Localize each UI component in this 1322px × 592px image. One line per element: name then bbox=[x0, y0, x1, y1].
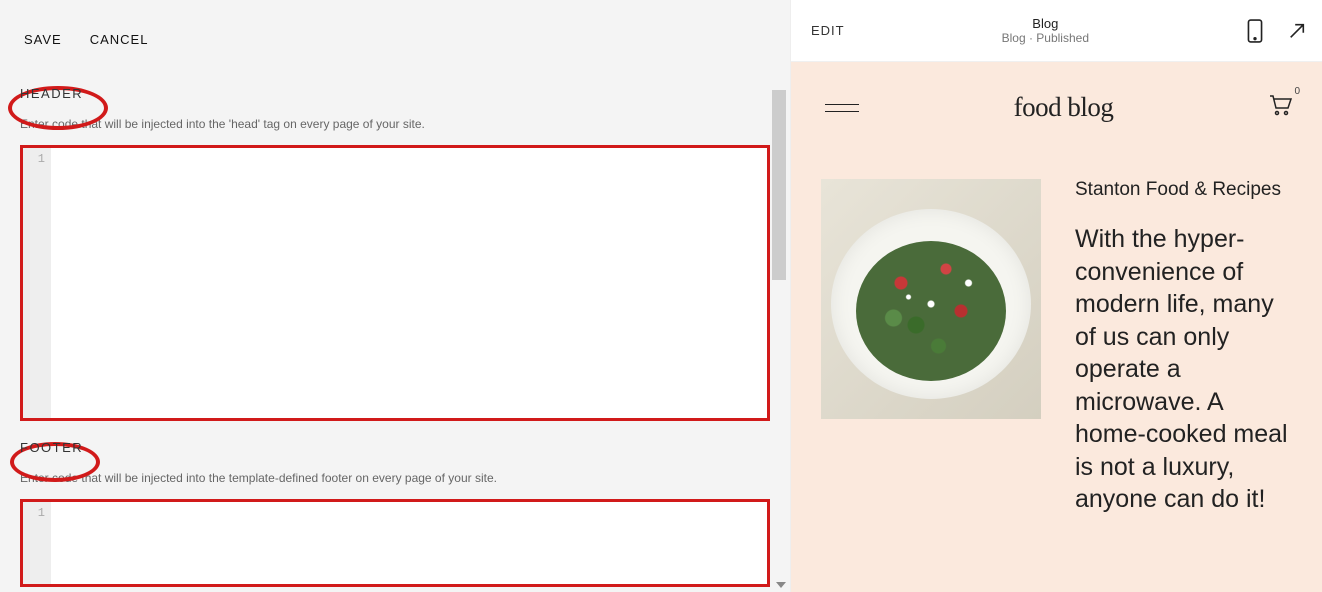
actions-bar: SAVE CANCEL bbox=[0, 0, 790, 67]
footer-code-editor[interactable]: 1 bbox=[20, 499, 770, 587]
preview-title-wrap: Blog Blog · Published bbox=[845, 16, 1246, 45]
header-section: HEADER Enter code that will be injected … bbox=[0, 85, 790, 421]
preview-page-subtitle: Blog · Published bbox=[845, 31, 1246, 45]
blog-content: Stanton Food & Recipes With the hyper-co… bbox=[791, 143, 1322, 516]
hamburger-menu-icon[interactable] bbox=[825, 98, 859, 118]
preview-body: food blog 0 Stanton Food & Recipes With … bbox=[791, 62, 1322, 592]
footer-section-label: FOOTER bbox=[20, 440, 83, 455]
header-code-input[interactable] bbox=[51, 148, 767, 418]
mobile-preview-icon[interactable] bbox=[1246, 19, 1264, 43]
post-category[interactable]: Stanton Food & Recipes bbox=[1075, 179, 1292, 201]
scrollbar-thumb[interactable] bbox=[772, 90, 786, 280]
settings-panel: SAVE CANCEL HEADER Enter code that will … bbox=[0, 0, 790, 592]
scroll-down-icon[interactable] bbox=[776, 582, 786, 588]
footer-code-input[interactable] bbox=[51, 502, 767, 584]
header-section-description: Enter code that will be injected into th… bbox=[20, 117, 770, 131]
preview-page-title: Blog bbox=[845, 16, 1246, 31]
site-title[interactable]: food blog bbox=[1014, 92, 1114, 123]
blog-header: food blog 0 bbox=[791, 88, 1322, 143]
save-button[interactable]: SAVE bbox=[24, 32, 62, 47]
preview-header: EDIT Blog Blog · Published bbox=[791, 0, 1322, 62]
preview-icons bbox=[1246, 19, 1306, 43]
open-external-icon[interactable] bbox=[1288, 19, 1306, 43]
post-image[interactable] bbox=[821, 179, 1041, 419]
cancel-button[interactable]: CANCEL bbox=[90, 32, 149, 47]
post-excerpt: With the hyper-convenience of modern lif… bbox=[1075, 223, 1292, 516]
footer-section-description: Enter code that will be injected into th… bbox=[20, 471, 770, 485]
footer-gutter: 1 bbox=[23, 502, 51, 584]
header-gutter: 1 bbox=[23, 148, 51, 418]
header-code-editor[interactable]: 1 bbox=[20, 145, 770, 421]
cart-icon bbox=[1268, 94, 1292, 116]
cart-count: 0 bbox=[1294, 86, 1300, 97]
preview-panel: EDIT Blog Blog · Published food blog bbox=[790, 0, 1322, 592]
footer-section: FOOTER Enter code that will be injected … bbox=[0, 439, 790, 587]
post-text: Stanton Food & Recipes With the hyper-co… bbox=[1075, 179, 1292, 516]
edit-button[interactable]: EDIT bbox=[811, 23, 845, 38]
header-section-label: HEADER bbox=[20, 86, 83, 101]
cart-button[interactable]: 0 bbox=[1268, 94, 1292, 121]
